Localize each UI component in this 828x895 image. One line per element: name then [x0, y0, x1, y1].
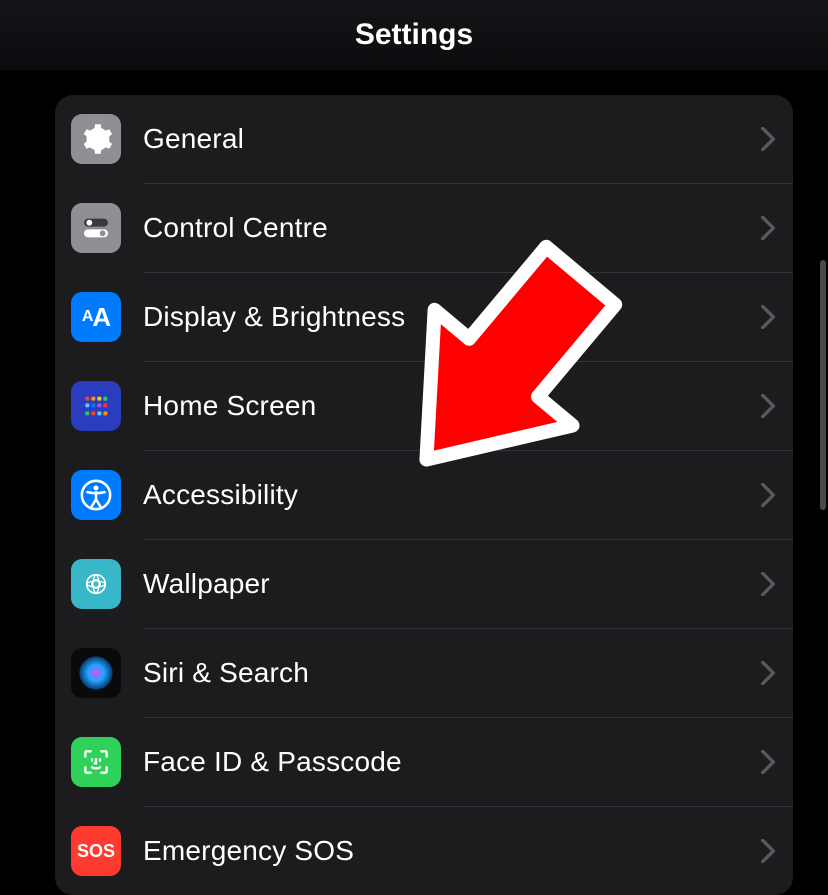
row-accessibility[interactable]: Accessibility: [55, 451, 793, 539]
chevron-right-icon: [761, 216, 775, 240]
header: Settings: [0, 0, 828, 70]
row-general[interactable]: General: [55, 95, 793, 183]
row-control-centre[interactable]: Control Centre: [55, 184, 793, 272]
gear-icon: [71, 114, 121, 164]
row-label: Accessibility: [143, 479, 298, 511]
chevron-right-icon: [761, 394, 775, 418]
accessibility-icon: [71, 470, 121, 520]
row-label: Siri & Search: [143, 657, 309, 689]
row-display-brightness[interactable]: AA Display & Brightness: [55, 273, 793, 361]
row-label: Wallpaper: [143, 568, 270, 600]
chevron-right-icon: [761, 661, 775, 685]
settings-content: General Control Centre AA Display & Brig…: [0, 70, 828, 889]
page-title: Settings: [355, 18, 473, 52]
face-id-icon: [71, 737, 121, 787]
row-faceid-passcode[interactable]: Face ID & Passcode: [55, 718, 793, 806]
chevron-right-icon: [761, 750, 775, 774]
wallpaper-icon: [71, 559, 121, 609]
chevron-right-icon: [761, 572, 775, 596]
chevron-right-icon: [761, 305, 775, 329]
row-label: General: [143, 123, 244, 155]
app-grid-icon: [71, 381, 121, 431]
chevron-right-icon: [761, 483, 775, 507]
row-label: Face ID & Passcode: [143, 746, 402, 778]
row-label: Control Centre: [143, 212, 328, 244]
text-size-icon: AA: [71, 292, 121, 342]
row-home-screen[interactable]: Home Screen: [55, 362, 793, 450]
sos-icon: SOS: [71, 826, 121, 876]
toggles-icon: [71, 203, 121, 253]
row-label: Home Screen: [143, 390, 316, 422]
scroll-indicator: [820, 260, 826, 510]
row-siri-search[interactable]: Siri & Search: [55, 629, 793, 717]
row-wallpaper[interactable]: Wallpaper: [55, 540, 793, 628]
row-label: Display & Brightness: [143, 301, 405, 333]
row-emergency-sos[interactable]: SOS Emergency SOS: [55, 807, 793, 895]
chevron-right-icon: [761, 839, 775, 863]
chevron-right-icon: [761, 127, 775, 151]
settings-group: General Control Centre AA Display & Brig…: [55, 95, 793, 895]
row-label: Emergency SOS: [143, 835, 354, 867]
siri-icon: [71, 648, 121, 698]
